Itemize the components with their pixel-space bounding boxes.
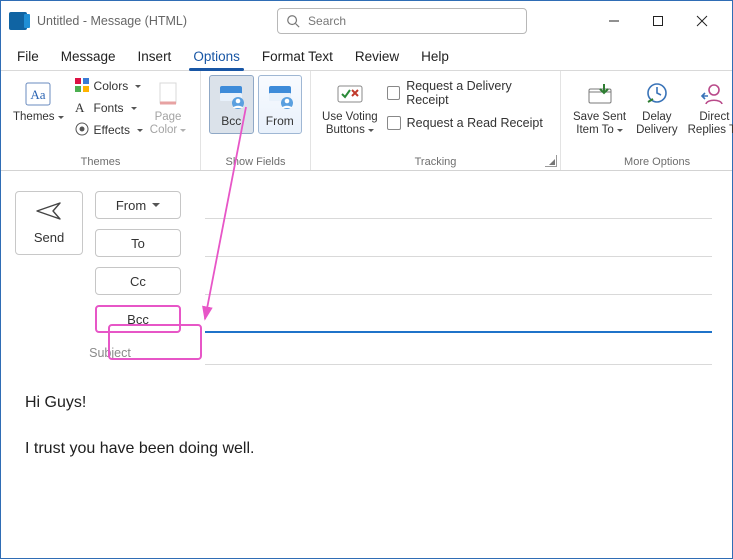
- page-color-icon: [154, 77, 182, 111]
- maximize-button[interactable]: [636, 6, 680, 36]
- to-field-button[interactable]: To: [95, 229, 181, 257]
- save-sent-label: Save Sent Item To: [573, 111, 626, 137]
- svg-text:A: A: [75, 100, 85, 115]
- from-icon: [265, 78, 295, 114]
- ribbon: Aa Themes Colors A Fonts Effects: [1, 71, 732, 171]
- tab-options[interactable]: Options: [191, 45, 242, 70]
- minimize-button[interactable]: [592, 6, 636, 36]
- search-icon: [286, 14, 300, 28]
- person-reply-icon: [699, 77, 729, 111]
- folder-arrow-icon: [585, 77, 615, 111]
- themes-icon: Aa: [23, 77, 53, 111]
- effects-label: Effects: [94, 123, 130, 137]
- from-input[interactable]: [205, 191, 712, 219]
- cc-field-label: Cc: [130, 274, 146, 289]
- delivery-receipt-checkbox[interactable]: Request a Delivery Receipt: [387, 82, 552, 104]
- from-field-label: From: [116, 198, 146, 213]
- svg-text:Aa: Aa: [31, 87, 46, 102]
- from-field-button[interactable]: From: [95, 191, 181, 219]
- effects-icon: [74, 121, 90, 140]
- tab-message[interactable]: Message: [59, 45, 118, 70]
- bcc-toggle-button[interactable]: Bcc: [209, 75, 254, 134]
- group-more-options: Save Sent Item To Delay Delivery Direct …: [561, 71, 733, 170]
- bcc-field-label: Bcc: [127, 312, 149, 327]
- use-voting-button[interactable]: Use Voting Buttons: [319, 75, 381, 139]
- themes-button[interactable]: Aa Themes: [9, 75, 68, 126]
- send-label: Send: [34, 230, 64, 245]
- search-placeholder: Search: [308, 14, 346, 28]
- direct-label: Direct Replies To: [688, 111, 733, 137]
- tracking-dialog-launcher[interactable]: [545, 155, 557, 167]
- bcc-icon: [216, 78, 246, 114]
- ribbon-tabs: File Message Insert Options Format Text …: [1, 41, 732, 71]
- group-themes-label: Themes: [9, 154, 192, 168]
- send-icon: [36, 201, 62, 224]
- message-body[interactable]: Hi Guys! I trust you have been doing wel…: [15, 365, 718, 509]
- to-input[interactable]: [205, 229, 712, 257]
- search-input[interactable]: Search: [277, 8, 527, 34]
- to-field-label: To: [131, 236, 145, 251]
- direct-replies-button[interactable]: Direct Replies To: [684, 75, 733, 139]
- colors-button[interactable]: Colors: [72, 75, 145, 97]
- bcc-input[interactable]: [205, 305, 712, 333]
- close-button[interactable]: [680, 6, 724, 36]
- group-tracking-label: Tracking: [319, 154, 552, 168]
- tab-insert[interactable]: Insert: [136, 45, 174, 70]
- group-themes: Aa Themes Colors A Fonts Effects: [1, 71, 201, 170]
- delay-delivery-button[interactable]: Delay Delivery: [632, 75, 682, 139]
- cc-input[interactable]: [205, 267, 712, 295]
- window-title: Untitled - Message (HTML): [37, 14, 187, 28]
- from-toggle-label: From: [266, 114, 294, 131]
- body-line-1: Hi Guys!: [25, 391, 708, 415]
- subject-input[interactable]: [205, 341, 712, 365]
- group-more-options-label: More Options: [569, 154, 733, 168]
- voting-label: Use Voting Buttons: [322, 111, 378, 137]
- compose-area: Send From To Cc Bcc Subject Hi Guys! I t…: [1, 171, 732, 509]
- group-tracking: Use Voting Buttons Request a Delivery Re…: [311, 71, 561, 170]
- voting-icon: [335, 77, 365, 111]
- tab-review[interactable]: Review: [353, 45, 401, 70]
- delivery-receipt-label: Request a Delivery Receipt: [406, 79, 552, 107]
- bcc-toggle-label: Bcc: [221, 114, 241, 131]
- title-bar: Untitled - Message (HTML) Search: [1, 1, 732, 41]
- effects-button[interactable]: Effects: [72, 119, 145, 141]
- fonts-icon: A: [74, 99, 90, 118]
- group-show-fields-label: Show Fields: [209, 154, 302, 168]
- group-show-fields: Bcc From Show Fields: [201, 71, 311, 170]
- colors-label: Colors: [94, 79, 129, 93]
- tab-file[interactable]: File: [15, 45, 41, 70]
- body-line-2: I trust you have been doing well.: [25, 437, 708, 461]
- themes-label: Themes: [13, 111, 64, 124]
- read-receipt-checkbox[interactable]: Request a Read Receipt: [387, 112, 552, 134]
- from-toggle-button[interactable]: From: [258, 75, 303, 134]
- colors-icon: [74, 77, 90, 96]
- page-color-label: Page Color: [150, 111, 186, 137]
- checkbox-icon: [387, 116, 401, 130]
- send-button[interactable]: Send: [15, 191, 83, 255]
- clock-icon: [642, 77, 672, 111]
- tab-help[interactable]: Help: [419, 45, 451, 70]
- subject-label: Subject: [15, 346, 205, 360]
- checkbox-icon: [387, 86, 401, 100]
- bcc-field-button[interactable]: Bcc: [95, 305, 181, 333]
- save-sent-button[interactable]: Save Sent Item To: [569, 75, 630, 139]
- cc-field-button[interactable]: Cc: [95, 267, 181, 295]
- outlook-icon: [9, 12, 27, 30]
- page-color-button[interactable]: Page Color: [145, 75, 191, 139]
- delay-label: Delay Delivery: [636, 111, 678, 137]
- read-receipt-label: Request a Read Receipt: [407, 116, 543, 130]
- tab-format-text[interactable]: Format Text: [260, 45, 335, 70]
- fonts-button[interactable]: A Fonts: [72, 97, 145, 119]
- fonts-label: Fonts: [94, 101, 124, 115]
- window-controls: [592, 6, 724, 36]
